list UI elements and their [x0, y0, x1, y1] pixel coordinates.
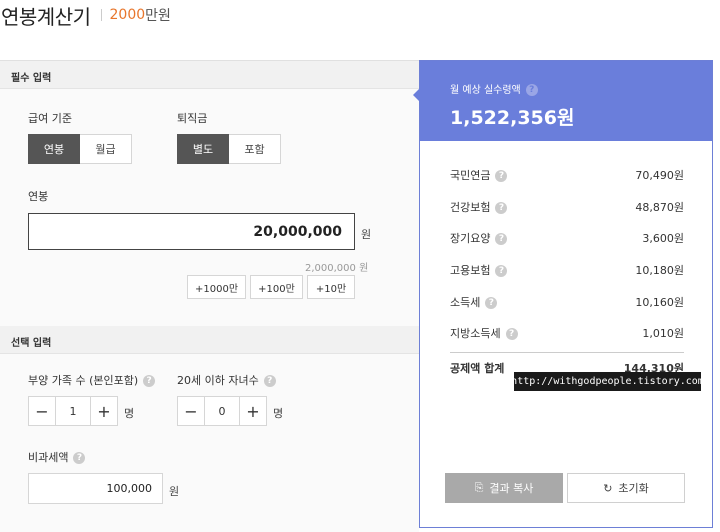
dependents-stepper: − 1 +: [28, 396, 118, 426]
children-stepper: − 0 +: [177, 396, 267, 426]
deduction-amount: 70,490원: [635, 168, 684, 182]
dependents-label: 부양 가족 수 (본인포함)?: [28, 372, 156, 388]
reset-label: 초기화: [618, 482, 649, 495]
children-increment-button[interactable]: +: [239, 396, 267, 426]
severance-separate-button[interactable]: 별도: [177, 134, 229, 164]
copy-icon: ⎘: [474, 481, 484, 494]
deduction-name: 건강보험?: [450, 199, 508, 215]
dependents-label-text: 부양 가족 수 (본인포함): [28, 374, 139, 387]
severance-toggle: 별도 포함: [177, 134, 281, 164]
deduction-name: 지방소득세?: [450, 325, 518, 341]
deduction-row-pension: 국민연금? 70,490원: [450, 159, 684, 191]
dependents-value[interactable]: 1: [56, 396, 90, 426]
pay-basis-toggle: 연봉 월급: [28, 134, 132, 164]
deduction-row-local-tax: 지방소득세? 1,010원: [450, 317, 684, 349]
severance-included-button[interactable]: 포함: [229, 134, 281, 164]
copy-result-label: 결과 복사: [489, 482, 534, 495]
salary-hint-unit: 원: [359, 263, 369, 274]
deduction-name-text: 장기요양: [450, 232, 491, 246]
local-tax-help-icon[interactable]: ?: [505, 328, 518, 341]
deduction-name: 소득세?: [450, 294, 498, 310]
add-100k-button[interactable]: +10만: [307, 275, 355, 299]
page-header: 연봉계산기 2000 만원: [0, 0, 171, 30]
deduction-name: 장기요양?: [450, 230, 508, 246]
pay-basis-annual-button[interactable]: 연봉: [28, 134, 80, 164]
children-help-icon[interactable]: ?: [263, 375, 276, 387]
deduction-total-label: 공제액 합계: [450, 362, 505, 376]
result-header: 월 예상 실수령액? 1,522,356원: [413, 61, 712, 141]
add-10m-button[interactable]: +1000만: [187, 275, 246, 299]
longterm-care-help-icon[interactable]: ?: [495, 233, 508, 246]
deduction-amount: 10,160원: [635, 295, 684, 309]
salary-hint-value: 2,000,000: [305, 263, 356, 274]
deduction-name: 고용보험?: [450, 262, 508, 278]
pay-basis-label: 급여 기준: [28, 112, 72, 125]
deduction-name-text: 지방소득세: [450, 327, 501, 341]
copy-result-button[interactable]: ⎘ 결과 복사: [445, 473, 563, 503]
children-unit: 명: [273, 407, 284, 420]
deduction-row-health: 건강보험? 48,870원: [450, 191, 684, 223]
pay-basis-monthly-button[interactable]: 월급: [80, 134, 132, 164]
deduction-name-text: 소득세: [450, 295, 481, 309]
required-section-title: 필수 입력: [11, 73, 52, 84]
deduction-row-longterm-care: 장기요양? 3,600원: [450, 222, 684, 254]
dependents-unit: 명: [124, 407, 135, 420]
children-label-text: 20세 이하 자녀수: [177, 374, 259, 387]
deduction-amount: 1,010원: [642, 327, 684, 341]
pension-help-icon[interactable]: ?: [495, 169, 508, 182]
result-panel: 월 예상 실수령액? 1,522,356원 국민연금? 70,490원 건강보험…: [413, 60, 713, 528]
children-value[interactable]: 0: [205, 396, 239, 426]
salary-hint: 2,000,000 원: [305, 259, 368, 274]
dependents-decrement-button[interactable]: −: [28, 396, 56, 426]
reset-icon: ↻: [603, 481, 613, 495]
nontaxable-input[interactable]: 100,000: [28, 473, 163, 504]
dependents-help-icon[interactable]: ?: [143, 375, 156, 387]
deduction-amount: 48,870원: [635, 200, 684, 214]
deduction-amount: 10,180원: [635, 263, 684, 277]
children-label: 20세 이하 자녀수?: [177, 372, 276, 388]
deduction-name-text: 국민연금: [450, 168, 491, 182]
header-amount: 2000: [109, 7, 146, 23]
children-decrement-button[interactable]: −: [177, 396, 205, 426]
deduction-name-text: 건강보험: [450, 200, 491, 214]
nontaxable-unit: 원: [169, 485, 180, 498]
page-title: 연봉계산기: [1, 4, 91, 29]
nontaxable-label: 비과세액?: [28, 449, 86, 465]
deduction-row-income-tax: 소득세? 10,160원: [450, 286, 684, 318]
nontaxable-help-icon[interactable]: ?: [73, 452, 86, 464]
income-tax-help-icon[interactable]: ?: [485, 296, 498, 309]
net-pay-help-icon[interactable]: ?: [525, 84, 538, 96]
net-pay-label-text: 월 예상 실수령액: [450, 85, 521, 96]
deduction-amount: 3,600원: [642, 232, 684, 246]
reset-button[interactable]: ↻ 초기화: [567, 473, 685, 503]
health-help-icon[interactable]: ?: [495, 201, 508, 214]
deduction-list: 국민연금? 70,490원 건강보험? 48,870원 장기요양? 3,600원…: [450, 159, 684, 384]
optional-section-title: 선택 입력: [11, 338, 52, 349]
input-panel: 필수 입력 급여 기준 연봉 월급 퇴직금 별도 포함 연봉 20,000,00…: [0, 60, 419, 532]
net-pay-label: 월 예상 실수령액?: [450, 81, 538, 96]
employment-help-icon[interactable]: ?: [495, 264, 508, 277]
header-amount-unit: 만원: [145, 8, 171, 24]
salary-input[interactable]: 20,000,000: [28, 213, 355, 250]
deduction-name: 국민연금?: [450, 167, 508, 183]
deduction-row-employment: 고용보험? 10,180원: [450, 254, 684, 286]
salary-label: 연봉: [28, 190, 49, 203]
blog-url-watermark: http://withgodpeople.tistory.com: [511, 372, 704, 391]
nontaxable-label-text: 비과세액: [28, 451, 69, 464]
deduction-name-text: 고용보험: [450, 263, 491, 277]
salary-unit: 원: [361, 228, 372, 241]
optional-section-header: 선택 입력: [0, 326, 419, 354]
result-pointer: [413, 88, 420, 102]
required-section-header: 필수 입력: [0, 61, 419, 89]
title-divider: [100, 9, 102, 21]
severance-label: 퇴직금: [177, 112, 208, 125]
add-1m-button[interactable]: +100만: [250, 275, 303, 299]
net-pay-value: 1,522,356원: [450, 107, 575, 129]
dependents-increment-button[interactable]: +: [90, 396, 118, 426]
